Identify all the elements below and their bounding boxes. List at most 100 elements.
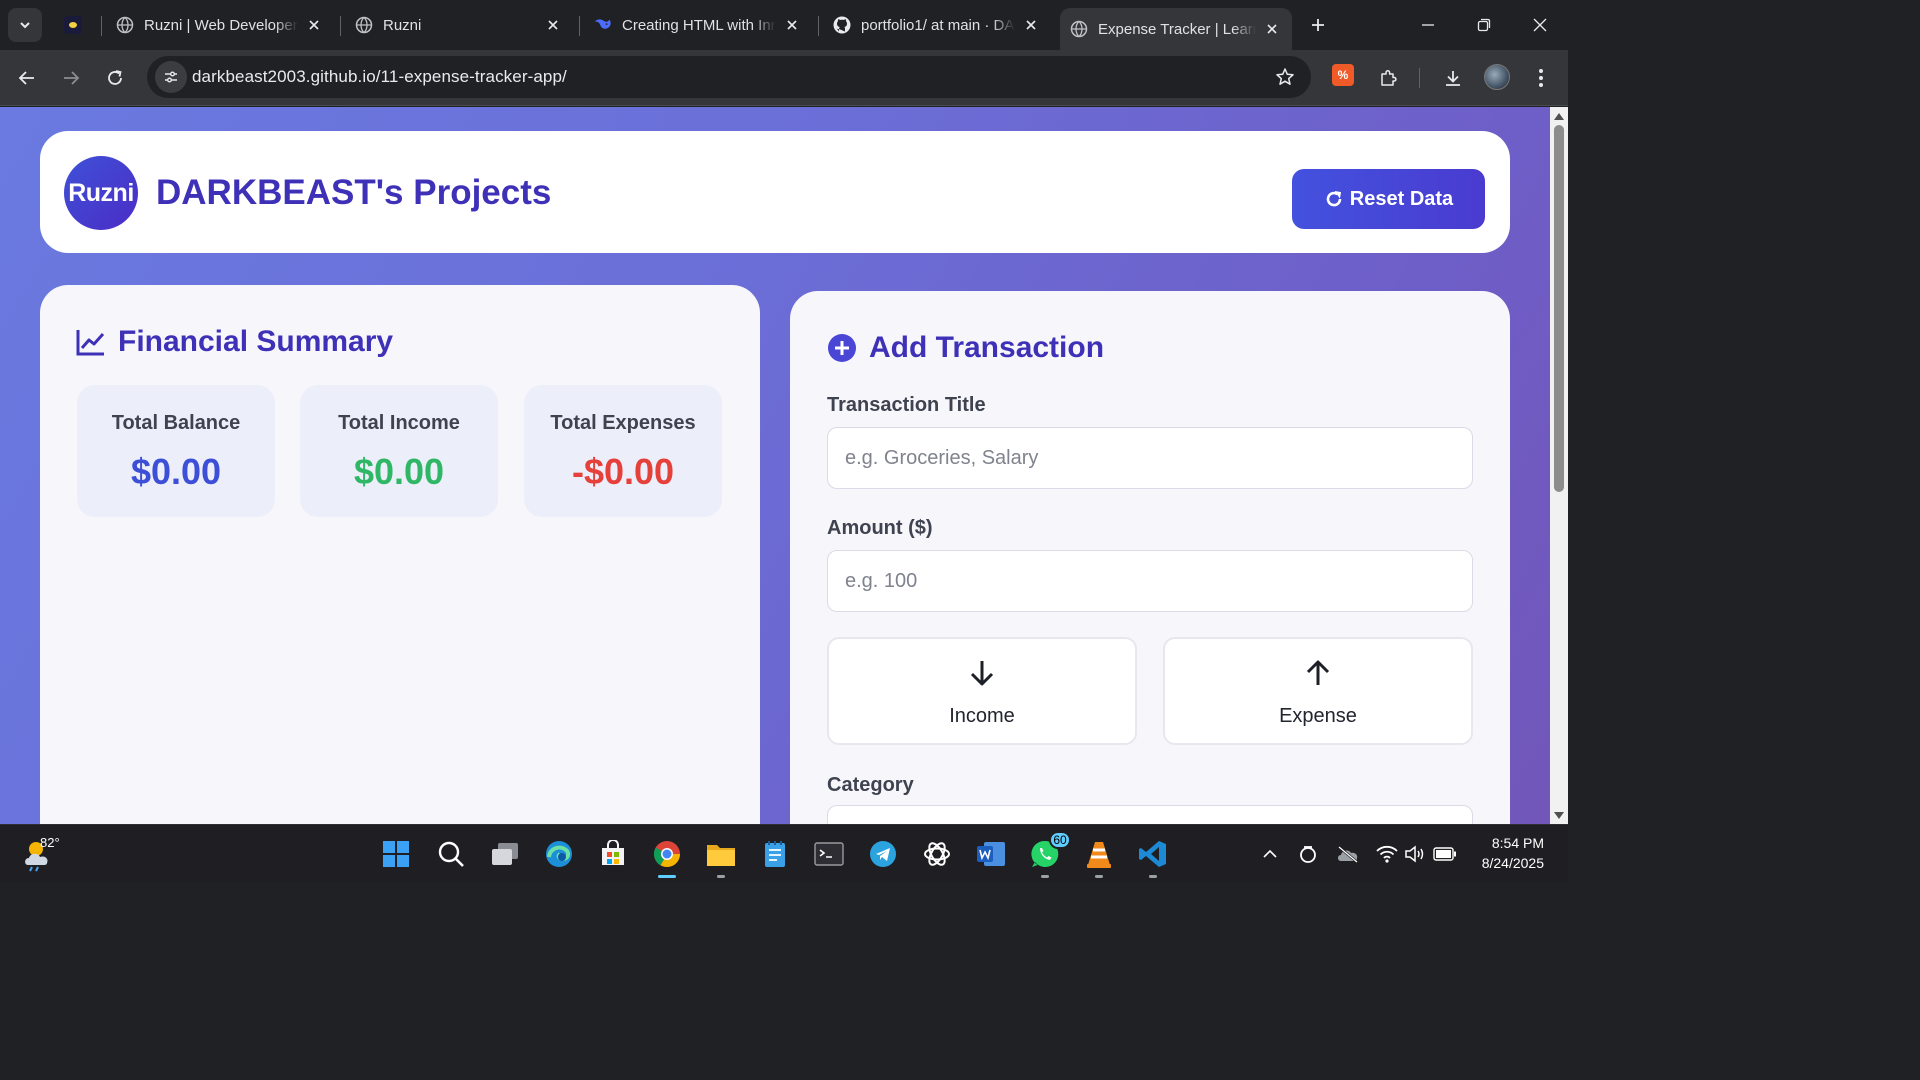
reload-button[interactable] (99, 62, 131, 94)
terminal-icon (814, 842, 844, 866)
vlc-icon (1087, 842, 1111, 868)
transaction-title-input[interactable] (827, 427, 1473, 489)
telegram-taskbar-button[interactable] (863, 834, 903, 874)
total-expenses-label: Total Expenses (550, 412, 696, 434)
scroll-thumb[interactable] (1554, 125, 1564, 492)
close-icon[interactable] (304, 15, 324, 35)
back-button[interactable] (11, 62, 43, 94)
file-explorer-taskbar-button[interactable] (701, 834, 741, 878)
extension-icon[interactable]: % (1332, 64, 1354, 86)
tab-ruzni-web-developer[interactable]: Ruzni | Web Developer (106, 8, 334, 42)
tab-title: portfolio1/ at main · DA (861, 16, 1015, 34)
task-view-button[interactable] (485, 834, 525, 874)
tab-ruzni[interactable]: Ruzni (345, 8, 573, 42)
whatsapp-taskbar-button[interactable]: 60 (1025, 831, 1071, 878)
tab-portfolio-github[interactable]: portfolio1/ at main · DA (823, 8, 1051, 42)
arrow-down-icon (829, 659, 1135, 687)
close-window-button[interactable] (1512, 0, 1568, 50)
puzzle-icon (1381, 69, 1397, 86)
tab-separator (340, 16, 341, 36)
globe-icon (116, 16, 134, 34)
show-hidden-icons-button[interactable] (1258, 842, 1282, 866)
new-tab-button[interactable] (1305, 12, 1331, 38)
vlc-taskbar-button[interactable] (1079, 834, 1119, 878)
running-indicator (717, 875, 725, 878)
reset-data-button[interactable]: Reset Data (1292, 169, 1485, 229)
site-info-button[interactable] (155, 61, 187, 93)
onedrive-tray-icon[interactable] (1336, 842, 1360, 866)
expense-type-button[interactable]: Expense (1163, 637, 1473, 745)
globe-icon (1070, 20, 1088, 38)
download-icon (1446, 71, 1460, 86)
bookmark-button[interactable] (1273, 65, 1297, 89)
income-type-button[interactable]: Income (827, 637, 1137, 745)
url-text[interactable]: darkbeast2003.github.io/11-expense-track… (192, 67, 567, 87)
task-view-icon (492, 843, 518, 865)
category-select[interactable] (827, 805, 1473, 824)
start-button[interactable] (376, 834, 416, 874)
close-icon[interactable] (1021, 15, 1041, 35)
add-transaction-card: Add Transaction Transaction Title Amount… (790, 291, 1510, 824)
tab-title: Ruzni (383, 16, 422, 34)
scroll-up-arrow[interactable] (1554, 113, 1564, 120)
expense-type-label: Expense (1279, 705, 1357, 727)
ring-icon (1300, 846, 1316, 863)
telegram-icon (870, 841, 896, 867)
close-icon[interactable] (782, 15, 802, 35)
windows-icon (383, 841, 409, 867)
amount-input[interactable] (827, 550, 1473, 612)
battery-tray-icon[interactable] (1433, 842, 1457, 866)
wifi-tray-icon[interactable] (1375, 842, 1399, 866)
volume-tray-icon[interactable] (1403, 842, 1427, 866)
tab-separator (818, 16, 819, 36)
taskbar-search-button[interactable] (431, 834, 471, 874)
arrow-left-icon (18, 71, 34, 85)
clock-time: 8:54 PM (1491, 835, 1544, 851)
address-bar[interactable]: darkbeast2003.github.io/11-expense-track… (147, 56, 1311, 98)
tab-expense-tracker[interactable]: Expense Tracker | Learn (1060, 8, 1292, 50)
redo-icon (1326, 191, 1342, 207)
total-income-value: $0.00 (353, 451, 445, 492)
total-balance-box: Total Balance $0.00 (77, 385, 275, 517)
reset-data-label: Reset Data (1349, 187, 1454, 210)
edge-taskbar-button[interactable] (539, 834, 579, 874)
cloud-off-icon (1338, 846, 1358, 863)
chrome-icon (653, 841, 681, 868)
word-taskbar-button[interactable] (971, 834, 1011, 874)
browser-toolbar: darkbeast2003.github.io/11-expense-track… (0, 50, 1568, 106)
close-icon[interactable] (1262, 19, 1282, 39)
extensions-button[interactable] (1372, 62, 1404, 94)
financial-summary-title: Financial Summary (118, 325, 394, 358)
restore-button[interactable] (1456, 0, 1512, 50)
total-balance-value: $0.00 (130, 451, 222, 492)
pinned-tab[interactable] (58, 10, 88, 40)
globe-icon (355, 16, 373, 34)
minimize-icon (1422, 24, 1434, 26)
page-scrollbar[interactable] (1550, 107, 1568, 824)
close-icon[interactable] (543, 15, 563, 35)
vscode-taskbar-button[interactable] (1133, 834, 1173, 878)
ms-store-taskbar-button[interactable] (593, 834, 633, 874)
scroll-down-arrow[interactable] (1554, 812, 1564, 819)
minimize-button[interactable] (1400, 0, 1456, 50)
profile-avatar[interactable] (1484, 64, 1510, 90)
chatgpt-taskbar-button[interactable] (917, 834, 957, 874)
wifi-icon (1376, 845, 1398, 863)
site-logo[interactable]: Ruzni (64, 156, 138, 230)
transaction-title-label: Transaction Title (827, 394, 986, 416)
chrome-taskbar-button[interactable] (647, 834, 687, 878)
tab-search-button[interactable] (8, 8, 42, 42)
notepad-taskbar-button[interactable] (755, 834, 795, 874)
weather-temperature: 82° (40, 835, 60, 850)
terminal-taskbar-button[interactable] (809, 834, 849, 874)
total-expenses-value: -$0.00 (571, 451, 675, 492)
forward-button[interactable] (55, 62, 87, 94)
copilot-tray-icon[interactable] (1296, 842, 1320, 866)
system-clock[interactable]: 8:54 PM 8/24/2025 (1482, 833, 1544, 873)
tab-creating-html[interactable]: Creating HTML with Inn (584, 8, 812, 42)
downloads-button[interactable] (1437, 62, 1469, 94)
menu-button[interactable] (1525, 62, 1557, 94)
notepad-icon (765, 841, 785, 867)
github-icon (833, 16, 851, 34)
tab-separator (101, 16, 102, 36)
